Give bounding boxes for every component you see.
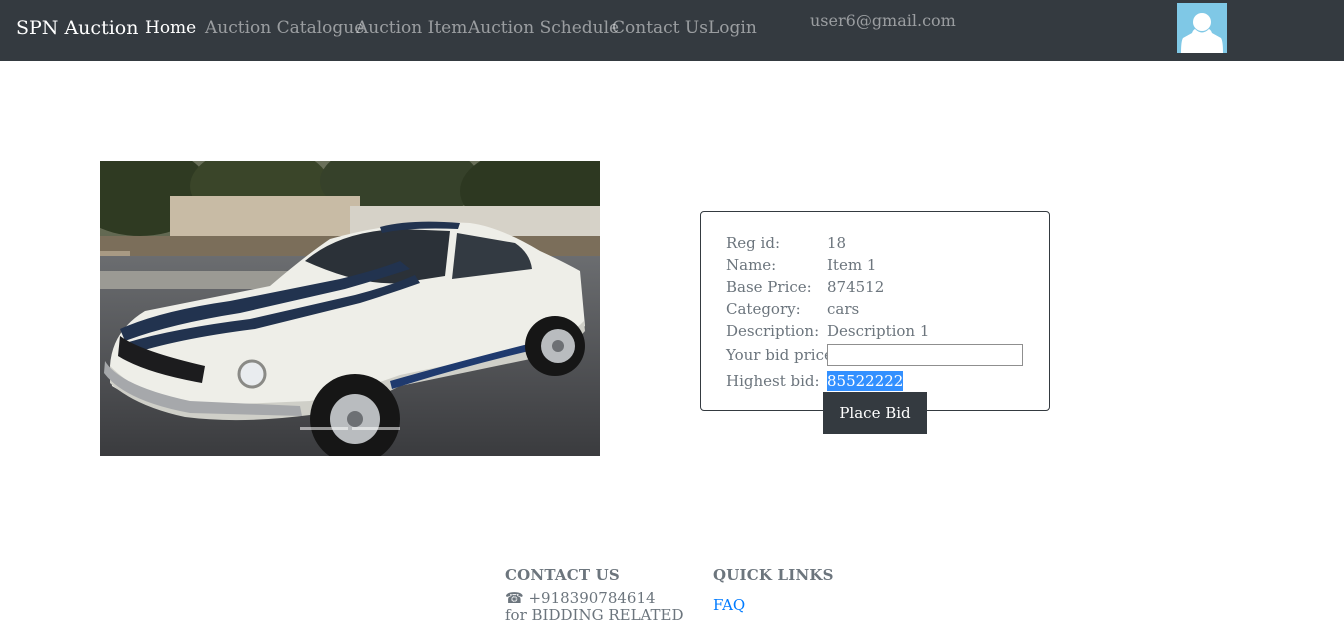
nav-auction-schedule[interactable]: Auction Schedule: [468, 17, 619, 39]
user-email: user6@gmail.com: [810, 11, 956, 30]
name-label: Name:: [726, 256, 777, 274]
description-label: Description:: [726, 322, 820, 340]
highest-bid-value: 85522222: [827, 371, 904, 391]
nav-contact-us[interactable]: Contact Us: [612, 17, 708, 39]
category-value: cars: [827, 300, 860, 318]
item-details-card: Reg id: 18 Name: Item 1 Base Price: 8745…: [700, 211, 1050, 411]
contact-us-heading: CONTACT US: [505, 566, 620, 584]
navbar: SPN Auction Home Auction Catalogue Aucti…: [0, 0, 1344, 61]
nav-login[interactable]: Login: [708, 17, 757, 39]
bid-price-label: Your bid price:: [726, 346, 838, 364]
base-price-label: Base Price:: [726, 278, 812, 296]
nav-auction-catalogue[interactable]: Auction Catalogue: [205, 17, 364, 39]
nav-auction-item[interactable]: Auction Item: [356, 17, 467, 39]
contact-note: for BIDDING RELATED: [505, 606, 684, 624]
contact-phone: ☎ +918390784614: [505, 589, 656, 607]
description-value: Description 1: [827, 322, 930, 340]
car-illustration: [100, 161, 600, 456]
reg-id-label: Reg id:: [726, 234, 780, 252]
carousel-indicator-1[interactable]: [300, 427, 348, 430]
nav-home[interactable]: Home: [145, 17, 196, 39]
quick-links-heading: QUICK LINKS: [713, 566, 834, 584]
place-bid-button[interactable]: Place Bid: [823, 392, 927, 434]
base-price-value: 874512: [827, 278, 885, 296]
highest-bid-label: Highest bid:: [726, 372, 820, 390]
brand-logo[interactable]: SPN Auction: [16, 16, 138, 40]
reg-id-value: 18: [827, 234, 847, 252]
faq-link[interactable]: FAQ: [713, 596, 745, 614]
user-avatar-icon[interactable]: [1177, 3, 1227, 53]
name-value: Item 1: [827, 256, 877, 274]
bid-price-input[interactable]: [827, 344, 1023, 366]
car-photo[interactable]: [100, 161, 600, 456]
carousel-indicator-2[interactable]: [352, 427, 400, 430]
category-label: Category:: [726, 300, 801, 318]
